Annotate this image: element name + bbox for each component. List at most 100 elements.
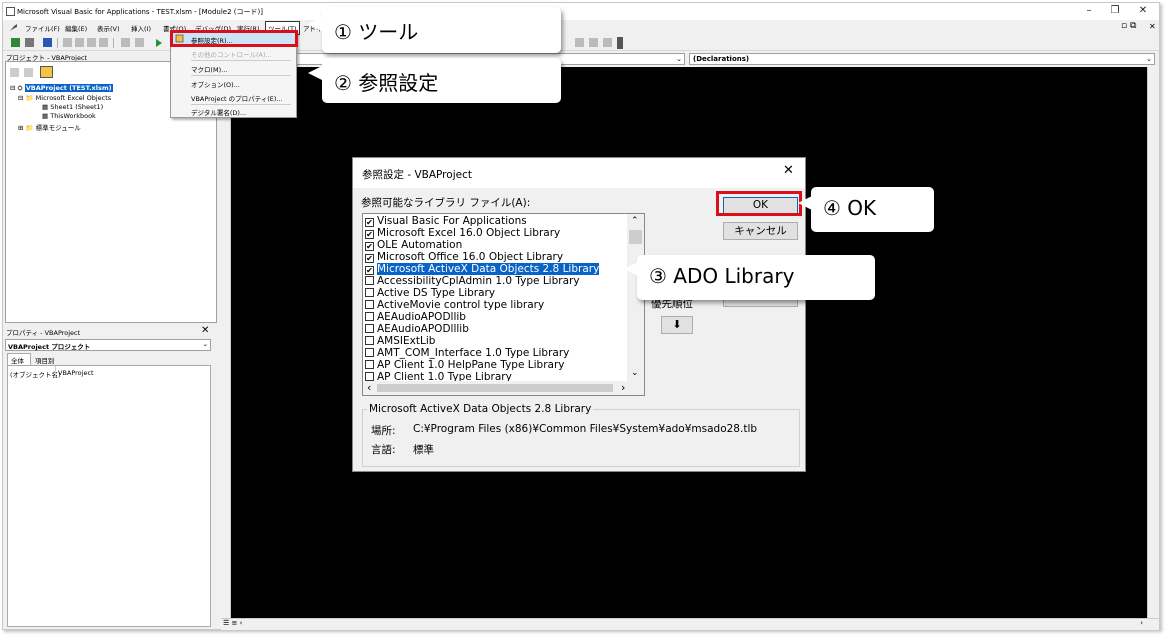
checkbox[interactable] (365, 336, 374, 345)
library-item[interactable]: ActiveMovie control type library (365, 299, 627, 311)
menu-edit[interactable]: 編集(E) (65, 23, 87, 33)
scroll-up-icon[interactable]: ⌃ (631, 216, 639, 226)
tree-item-thisworkbook[interactable]: ▦ ThisWorkbook (42, 112, 96, 120)
library-item[interactable]: AMSIExtLib (365, 335, 627, 347)
tree-item-excel-objects[interactable]: ⊟ 📁 Microsoft Excel Objects (18, 94, 111, 102)
toolbar-icon[interactable] (575, 38, 584, 47)
checked-checkbox[interactable]: ✔ (365, 218, 374, 227)
library-item[interactable]: ✔ Visual Basic For Applications (365, 215, 627, 227)
checked-checkbox[interactable]: ✔ (365, 266, 374, 275)
toolbar-icon[interactable] (603, 38, 612, 47)
reference-info-group (362, 409, 800, 467)
library-item[interactable]: AEAudioAPODllib (365, 311, 627, 323)
scroll-left-icon[interactable]: ‹ (367, 381, 371, 394)
library-name: AccessibilityCplAdmin 1.0 Type Library (377, 275, 580, 287)
checkbox[interactable] (365, 288, 374, 297)
checked-checkbox[interactable]: ✔ (365, 230, 374, 239)
list-horizontal-scrollbar[interactable]: ‹ › (363, 381, 644, 395)
menu-item-options[interactable]: オプション(O)... (191, 79, 240, 89)
toolbar-options-icon[interactable] (617, 37, 623, 49)
library-item[interactable]: ✔ Microsoft Excel 16.0 Object Library (365, 227, 627, 239)
checkbox[interactable] (365, 276, 374, 285)
procedure-combo[interactable]: (Declarations) ⌄ (689, 53, 1155, 65)
scroll-right-icon[interactable]: › (621, 381, 625, 394)
cancel-button[interactable]: キャンセル (723, 222, 798, 240)
callout-tools-text: ① ツール (334, 20, 419, 44)
checkbox[interactable] (365, 324, 374, 333)
excel-view-icon[interactable] (11, 38, 20, 47)
menu-separator (191, 60, 291, 61)
library-name: Microsoft Office 16.0 Object Library (377, 251, 564, 263)
priority-down-button[interactable]: ⬇ (661, 316, 693, 334)
h-scroll-thumb[interactable] (377, 384, 613, 392)
library-item[interactable]: ✔ Microsoft Office 16.0 Object Library (365, 251, 627, 263)
checkbox[interactable] (365, 312, 374, 321)
copy-icon[interactable] (75, 38, 84, 47)
save-icon[interactable] (43, 38, 52, 47)
properties-close-icon[interactable]: ✕ (201, 325, 209, 336)
language-value: 標準 (413, 444, 434, 456)
find-icon[interactable] (99, 38, 108, 47)
dialog-title: 参照設定 - VBAProject (362, 169, 472, 181)
scroll-thumb[interactable] (629, 230, 642, 244)
checkbox[interactable] (365, 360, 374, 369)
menu-item-macros[interactable]: マクロ(M)... (191, 64, 227, 74)
checked-checkbox[interactable]: ✔ (365, 242, 374, 251)
tree-item-sheet1[interactable]: ▦ Sheet1 (Sheet1) (42, 103, 103, 111)
menu-item-project-properties[interactable]: VBAProject のプロパティ(E)... (191, 93, 283, 103)
scroll-right-icon[interactable]: › (1140, 619, 1143, 627)
vba-app-icon (6, 7, 15, 16)
library-item[interactable]: AP Client 1.0 HelpPane Type Library (365, 359, 627, 371)
references-listbox[interactable]: ✔ Visual Basic For Applications ✔ Microsoft… (362, 213, 645, 396)
tab-alphabetic[interactable]: 全体 (7, 353, 31, 365)
view-object-icon[interactable] (24, 68, 33, 77)
undo-icon[interactable] (121, 38, 130, 47)
child-restore-button[interactable]: ▫ ⧉ (1121, 21, 1136, 31)
location-label: 場所: (371, 425, 396, 437)
checkbox[interactable] (365, 372, 374, 381)
checkbox[interactable] (365, 348, 374, 357)
minimize-button[interactable]: – (1079, 4, 1099, 18)
library-item[interactable]: AccessibilityCplAdmin 1.0 Type Library (365, 275, 627, 287)
close-button[interactable]: ✕ (1133, 4, 1153, 18)
library-name: OLE Automation (377, 239, 463, 251)
library-item[interactable]: ✔ Microsoft ActiveX Data Objects 2.8 Libr… (365, 262, 627, 276)
scroll-down-icon[interactable]: ⌄ (631, 368, 639, 378)
library-item[interactable]: AEAudioAPODlllib (365, 323, 627, 335)
tree-item-vbaproject[interactable]: ⊟ ⛭ VBAProject (TEST.xlsm) (10, 84, 113, 93)
properties-pane-header: プロパティ - VBAProject ✕ (5, 325, 217, 337)
tree-item-standard-modules[interactable]: ⊞ 📁 標準モジュール (18, 122, 81, 132)
library-item[interactable]: ✔ OLE Automation (365, 239, 627, 251)
view-toggle-icon[interactable]: ☰ ≡ ‹ (223, 619, 242, 627)
library-name: Microsoft ActiveX Data Objects 2.8 Libra… (375, 262, 601, 276)
vba-menu-icon[interactable] (9, 23, 18, 32)
cut-icon[interactable] (63, 38, 72, 47)
checked-checkbox[interactable]: ✔ (365, 254, 374, 263)
library-item[interactable]: AMT_COM_Interface 1.0 Type Library (365, 347, 627, 359)
checkbox[interactable] (365, 300, 374, 309)
menu-file[interactable]: ファイル(F) (25, 23, 60, 33)
toggle-folders-icon[interactable] (40, 66, 53, 78)
insert-userform-icon[interactable] (25, 38, 34, 47)
menu-item-digital-signature[interactable]: デジタル署名(D)... (191, 107, 246, 117)
library-item[interactable]: Active DS Type Library (365, 287, 627, 299)
menu-view[interactable]: 表示(V) (97, 23, 120, 33)
toolbar-icon[interactable] (589, 38, 598, 47)
paste-icon[interactable] (87, 38, 96, 47)
dialog-close-icon[interactable]: ✕ (783, 163, 794, 178)
run-icon[interactable] (155, 38, 163, 50)
redo-icon[interactable] (135, 38, 144, 47)
properties-object-combo[interactable]: VBAProject プロジェクト ⌄ (5, 339, 211, 351)
menu-insert[interactable]: 挿入(I) (131, 23, 151, 33)
callout-ok-text: ④ OK (823, 196, 877, 220)
maximize-button[interactable]: ❐ (1105, 4, 1125, 18)
vertical-scrollbar[interactable] (1147, 67, 1159, 618)
view-code-icon[interactable] (10, 68, 19, 77)
horizontal-scrollbar[interactable]: ☰ ≡ ‹ › (221, 618, 1159, 630)
menu-item-additional-controls[interactable]: その他のコントロール(A)... (191, 49, 272, 59)
library-name: Active DS Type Library (377, 287, 496, 299)
tab-categorized[interactable]: 項目別 (32, 354, 60, 365)
property-value[interactable]: VBAProject (58, 369, 94, 377)
callout-pointer (308, 17, 322, 31)
child-close-button[interactable]: ✕ (1149, 22, 1156, 31)
